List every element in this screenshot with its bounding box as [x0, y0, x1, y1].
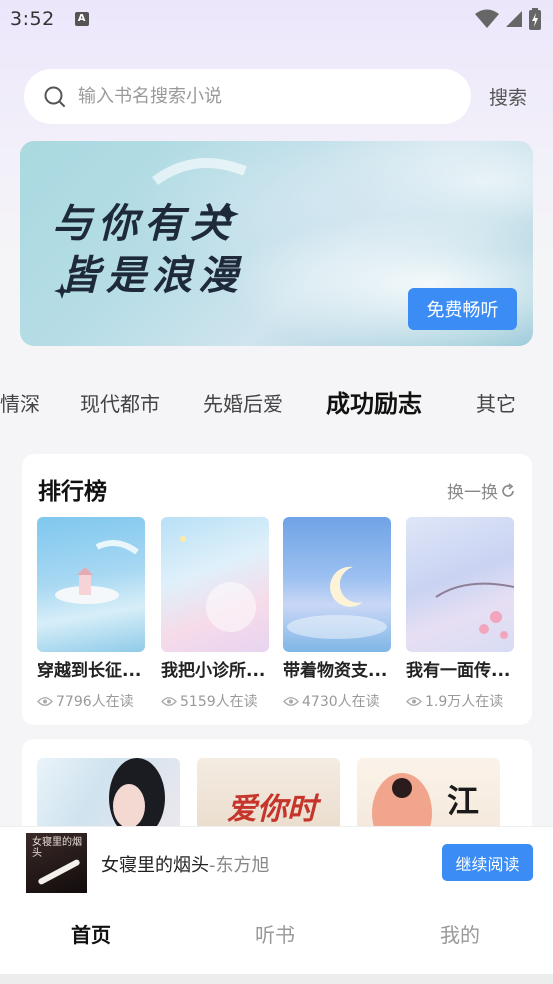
book-cover[interactable]	[37, 517, 145, 652]
cover-title-text: 江	[447, 782, 480, 820]
reads-count: 7796人在读	[56, 694, 134, 710]
status-icons	[475, 8, 541, 30]
book-cover[interactable]	[283, 517, 391, 652]
cover-illustration	[55, 540, 139, 604]
promo-banner[interactable]: 与你有关 皆是浪漫 免费畅听	[20, 141, 533, 346]
ranking-card: 排行榜 换一换 穿越到长征... 7796人在读 我把小诊所... 5159人在…	[22, 454, 532, 725]
refresh-icon	[502, 482, 514, 497]
book-title: 带着物资支...	[283, 661, 388, 681]
book-item[interactable]: 我有一面传... 1.9万人在读	[406, 517, 514, 711]
reads-count: 4730人在读	[302, 694, 380, 710]
refresh-label: 换一换	[447, 483, 498, 503]
category-tab[interactable]: 现代都市	[80, 384, 160, 424]
eye-icon	[283, 696, 299, 706]
cigarette-illustration	[37, 858, 81, 886]
eye-icon	[161, 696, 177, 706]
category-tab[interactable]: 情深	[0, 384, 40, 424]
refresh-button[interactable]: 换一换	[447, 478, 516, 503]
now-playing-title: 女寝里的烟头-东方旭	[101, 851, 270, 877]
cover-illustration	[435, 582, 514, 639]
search-box[interactable]	[24, 69, 471, 124]
banner-headline-1: 与你有关	[52, 200, 236, 247]
book-cover[interactable]	[406, 517, 514, 652]
category-tab[interactable]: 其它	[476, 384, 516, 424]
wifi-icon	[475, 9, 499, 28]
reads-count: 5159人在读	[180, 694, 258, 710]
book-reads: 7796人在读	[37, 691, 145, 711]
book-reads: 1.9万人在读	[406, 691, 514, 711]
book-item[interactable]: 我把小诊所... 5159人在读	[161, 517, 269, 711]
book-title: 我有一面传...	[406, 661, 511, 681]
search-icon	[44, 86, 65, 107]
now-playing-author: -东方旭	[209, 855, 270, 876]
reads-count: 1.9万人在读	[425, 694, 504, 710]
tab-mine[interactable]: 我的	[440, 919, 480, 948]
recommend-card: 爱你时 江	[22, 739, 532, 839]
category-tab-active[interactable]: 成功励志	[326, 384, 422, 424]
tab-audiobooks[interactable]: 听书	[255, 919, 295, 948]
bottom-tab-bar: 首页 听书 我的	[0, 899, 553, 974]
cover-illustration	[287, 566, 387, 639]
now-playing-bar[interactable]: 女寝里的烟头 女寝里的烟头-东方旭 继续阅读	[0, 826, 553, 899]
continue-reading-button[interactable]: 继续阅读	[442, 844, 533, 881]
free-listen-button[interactable]: 免费畅听	[408, 288, 517, 330]
banner-headline-2: 皆是浪漫	[60, 252, 244, 299]
cover-title-text: 爱你时	[227, 792, 317, 827]
home-indicator	[0, 974, 553, 984]
book-item[interactable]: 穿越到长征... 7796人在读	[37, 517, 145, 711]
app-notification-icon: A	[74, 12, 89, 26]
signal-icon	[506, 11, 522, 27]
search-button[interactable]: 搜索	[489, 83, 527, 110]
battery-icon	[529, 8, 541, 30]
category-tab[interactable]: 先婚后爱	[203, 384, 283, 424]
status-time: 3:52	[10, 8, 55, 30]
cover-illustration	[180, 536, 256, 632]
now-playing-cover[interactable]: 女寝里的烟头	[26, 833, 87, 893]
category-tabs: 情深 现代都市 先婚后爱 成功励志 其它	[0, 384, 553, 428]
ranking-title: 排行榜	[38, 479, 107, 505]
search-input[interactable]	[78, 86, 438, 107]
book-cover[interactable]	[161, 517, 269, 652]
cover-title-text: 女寝里的烟头	[32, 837, 82, 859]
book-item[interactable]: 带着物资支... 4730人在读	[283, 517, 391, 711]
eye-icon	[37, 696, 53, 706]
status-bar: 3:52 A	[0, 0, 553, 38]
book-title: 穿越到长征...	[37, 661, 142, 681]
search-row: 搜索	[24, 69, 534, 124]
tab-home[interactable]: 首页	[71, 919, 111, 948]
eye-icon	[406, 696, 422, 706]
book-title: 我把小诊所...	[161, 661, 266, 681]
now-playing-book-title: 女寝里的烟头	[101, 855, 209, 876]
book-reads: 5159人在读	[161, 691, 269, 711]
book-reads: 4730人在读	[283, 691, 391, 711]
